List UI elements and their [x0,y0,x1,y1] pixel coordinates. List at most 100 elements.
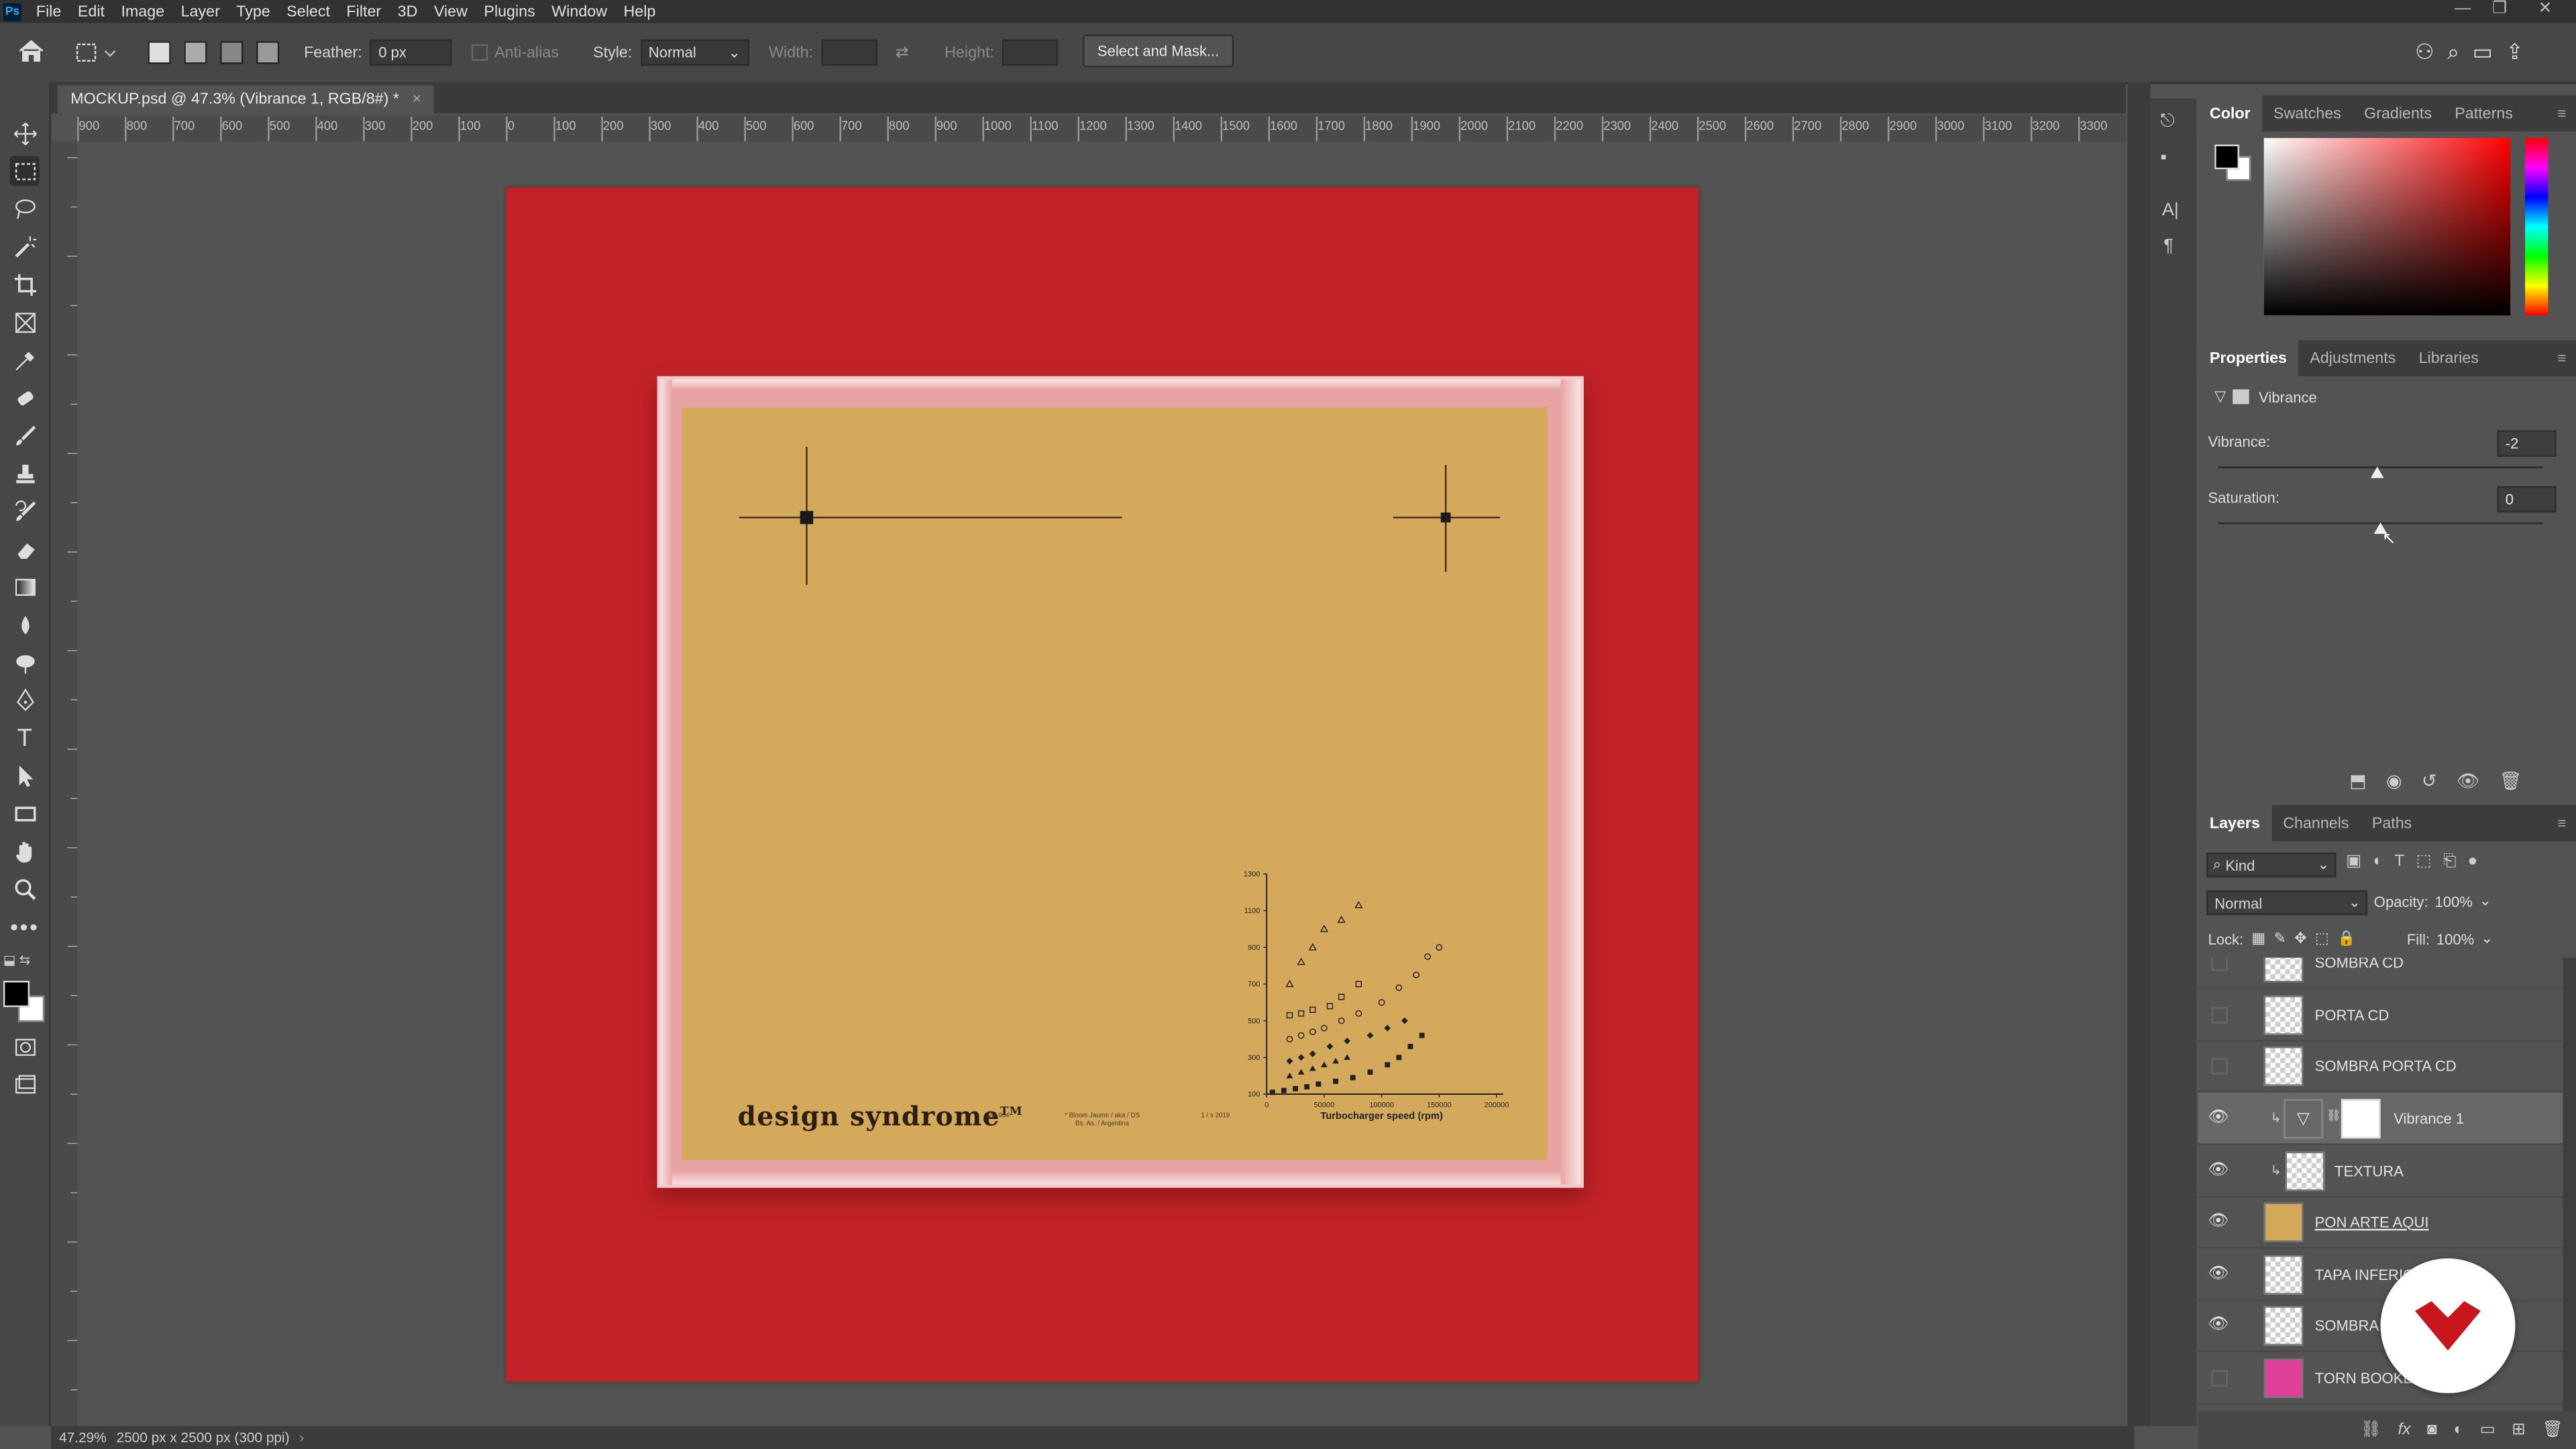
lock-all-icon[interactable]: 🔒 [2337,930,2355,948]
layers-menu-icon[interactable]: ≡ [2557,815,2566,831]
lock-pixels-icon[interactable]: ✎ [2273,930,2286,948]
hand-icon[interactable] [10,837,40,866]
opacity-chevron-icon[interactable]: ⌄ [2479,892,2491,910]
layer-name[interactable]: TEXTURA [2334,1163,2404,1179]
filter-smart-object-icon[interactable]: ⎗ [2443,853,2457,871]
color-foreground-swatch[interactable] [2214,144,2239,170]
menu-select[interactable]: Select [278,3,338,21]
tab-color[interactable]: Color [2198,95,2262,131]
antialias-checkbox[interactable] [471,44,488,61]
magic-wand-icon[interactable] [10,231,40,261]
lock-transparent-icon[interactable]: ▦ [2251,930,2265,948]
visibility-toggle-icon[interactable]: 👁 [2457,771,2479,792]
panel-menu-icon[interactable]: ≡ [2557,105,2566,121]
layer-name[interactable]: PORTA CD [2315,1006,2390,1022]
subtract-selection-icon[interactable] [220,41,244,64]
add-selection-icon[interactable] [184,41,207,64]
select-and-mask-button[interactable]: Select and Mask... [1082,34,1234,68]
menu-type[interactable]: Type [228,3,278,21]
delete-layer-icon[interactable]: 🗑 [2542,1421,2563,1439]
marquee-preset-icon[interactable] [74,40,117,66]
dodge-icon[interactable] [10,647,40,677]
tab-layers[interactable]: Layers [2198,805,2272,841]
eraser-icon[interactable] [10,534,40,564]
clone-stamp-icon[interactable] [10,458,40,488]
layer-row[interactable]: TORN BOOKLET [2198,1352,2563,1405]
eye-icon[interactable]: 👁 [2208,1109,2229,1127]
eye-icon[interactable]: 👁 [2208,1316,2229,1334]
foreground-color-swatch[interactable] [3,981,30,1008]
vibrance-slider-thumb[interactable] [2370,466,2384,478]
new-group-icon[interactable]: ▭ [2480,1421,2496,1439]
filter-adjustment-icon[interactable]: ◐ [2373,853,2383,871]
layer-name[interactable]: Vibrance 1 [2394,1110,2464,1126]
layer-row-selected[interactable]: 👁 ↳ ▽ ⛓ Vibrance 1 [2198,1092,2563,1145]
opacity-input[interactable]: 100% [2434,893,2472,909]
filter-kind-select[interactable]: ⌕ Kind ⌄ [2206,853,2337,877]
layer-mask-thumbnail[interactable] [2341,1099,2381,1139]
eye-icon[interactable]: 👁 [2208,1265,2229,1283]
status-chevron-icon[interactable]: › [299,1430,304,1446]
style-select[interactable]: Normal ⌄ [640,39,749,66]
menu-layer[interactable]: Layer [172,3,228,21]
new-selection-icon[interactable] [148,41,171,64]
blur-icon[interactable] [10,610,40,639]
brush-icon[interactable] [10,421,40,450]
layer-row[interactable]: SOMBRA PORTA CD [2198,1040,2563,1093]
frame-icon[interactable] [10,307,40,337]
layer-name[interactable]: SOMBRA PORTA CD [2315,1057,2457,1073]
document-info[interactable]: 2500 px x 2500 px (300 ppi) [116,1430,289,1446]
swap-icon[interactable]: ⇄ [896,40,909,66]
tab-properties[interactable]: Properties [2198,339,2299,376]
layer-visibility-off-icon[interactable] [2211,1006,2228,1023]
canvas-area[interactable]: design syndromeTM Vol 964 * Bloom Jaume … [77,141,2127,1426]
gradient-icon[interactable] [10,572,40,601]
menu-view[interactable]: View [426,3,476,21]
add-mask-icon[interactable]: ◙ [2427,1421,2437,1439]
new-layer-icon[interactable]: ⊞ [2512,1421,2526,1439]
fill-chevron-icon[interactable]: ⌄ [2481,930,2493,948]
eye-icon[interactable]: 👁 [2208,1212,2229,1230]
blend-mode-select[interactable]: Normal ⌄ [2206,890,2368,916]
tab-libraries[interactable]: Libraries [2407,340,2490,376]
fx-icon[interactable]: fx [2398,1421,2411,1439]
fill-input[interactable]: 100% [2436,930,2474,947]
character-panel-icon[interactable]: A| [2162,201,2179,220]
type-tool-icon[interactable]: T [10,723,40,753]
tab-paths[interactable]: Paths [2361,805,2424,841]
properties-menu-icon[interactable]: ≡ [2557,350,2566,366]
menu-plugins[interactable]: Plugins [476,3,543,21]
layer-row[interactable]: 👁 TAPA INFERIOR [2198,1248,2563,1301]
eyedropper-icon[interactable] [10,345,40,374]
filter-pixel-icon[interactable]: ▣ [2346,853,2361,871]
comments-panel-icon[interactable]: ▪ [2160,148,2167,167]
vibrance-input[interactable]: -2 [2497,430,2557,457]
filter-toggle-icon[interactable]: ● [2468,853,2478,871]
layer-row[interactable]: 👁 ↳ TEXTURA [2198,1145,2563,1198]
lock-artboard-icon[interactable]: ⬚ [2315,930,2329,948]
layer-row[interactable]: SOMBRA CD [2198,957,2563,989]
tab-channels[interactable]: Channels [2271,805,2361,841]
tab-patterns[interactable]: Patterns [2443,95,2524,131]
tab-swatches[interactable]: Swatches [2262,95,2353,131]
rectangular-marquee-icon[interactable] [9,156,40,186]
layer-visibility-off-icon[interactable] [2211,957,2228,971]
lasso-icon[interactable] [10,194,40,223]
document-tab[interactable]: MOCKUP.psd @ 47.3% (Vibrance 1, RGB/8#) … [57,85,435,113]
path-selection-icon[interactable] [10,761,40,790]
menu-window[interactable]: Window [543,3,615,21]
layer-name[interactable]: PON ARTE AQUI [2315,1214,2429,1230]
layer-visibility-off-icon[interactable] [2211,1057,2228,1074]
crop-icon[interactable] [10,270,40,299]
share-icon[interactable]: ⚇ [2415,40,2434,66]
lock-position-icon[interactable]: ✥ [2294,930,2306,948]
link-layers-icon[interactable]: ⛓ [2361,1421,2381,1439]
filter-type-icon[interactable]: T [2394,853,2404,871]
menu-image[interactable]: Image [113,3,172,21]
filter-shape-icon[interactable]: ⬚ [2416,853,2432,871]
zoom-level[interactable]: 47.29% [59,1430,107,1446]
minimize-icon[interactable]: — [2455,0,2471,18]
hue-slider[interactable] [2525,138,2548,316]
tab-gradients[interactable]: Gradients [2353,95,2443,131]
screen-mode-icon[interactable] [10,1069,40,1099]
